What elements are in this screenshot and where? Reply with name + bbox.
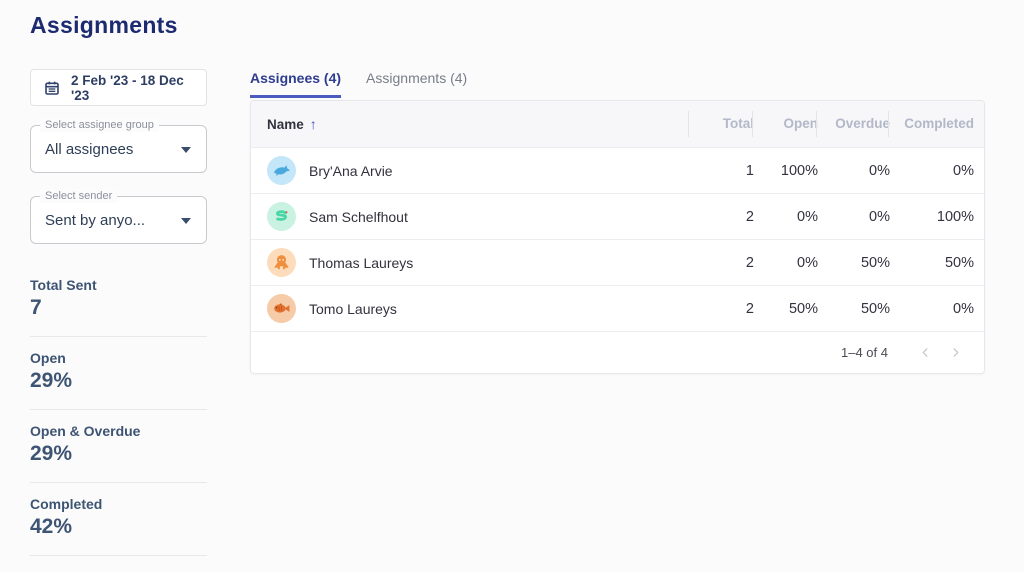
sender-value: Sent by anyo... [45,212,145,229]
assignee-group-select[interactable]: Select assignee group All assignees [30,125,207,173]
avatar [267,294,296,323]
completed-value: 0% [890,163,974,179]
overdue-value: 0% [818,209,890,225]
assignee-cell: Thomas Laureys [267,248,690,277]
table-row[interactable]: Sam Schelfhout 2 0% 0% 100% [251,193,984,239]
stat-value: 42% [30,515,207,539]
stat-value: 7 [30,296,207,320]
date-range-picker[interactable]: 2 Feb '23 - 18 Dec '23 [30,69,207,106]
page-title: Assignments [30,12,178,39]
table-header: Name ↑ Total Open Overdue Completed [251,101,984,147]
column-header-completed[interactable]: Completed [890,101,974,147]
sender-select[interactable]: Select sender Sent by anyo... [30,196,207,244]
main-tabs: Assignees (4) Assignments (4) [250,70,467,98]
avatar [267,202,296,231]
assignee-name: Thomas Laureys [309,255,413,271]
assignee-name: Tomo Laureys [309,301,397,317]
sort-ascending-icon: ↑ [310,116,317,132]
avatar [267,156,296,185]
table-pagination: 1–4 of 4 [251,331,984,373]
sender-label: Select sender [40,189,117,203]
snake-icon [272,207,291,226]
total-value: 2 [690,301,754,317]
open-value: 100% [754,163,818,179]
completed-value: 0% [890,301,974,317]
assignee-name: Bry'Ana Arvie [309,163,393,179]
assignee-cell: Tomo Laureys [267,294,690,323]
table-row[interactable]: Tomo Laureys 2 50% 50% 0% [251,285,984,331]
assignee-group-value: All assignees [45,141,133,158]
pagination-range-label: 1–4 of 4 [841,345,888,360]
octopus-icon [272,253,291,272]
date-range-value: 2 Feb '23 - 18 Dec '23 [71,73,193,103]
chevron-down-icon [181,218,191,224]
tab-assignees[interactable]: Assignees (4) [250,70,341,98]
total-value: 2 [690,209,754,225]
assignees-table: Name ↑ Total Open Overdue Completed Bry'… [250,100,985,374]
table-body: Bry'Ana Arvie 1 100% 0% 0% Sam Schelfhou… [251,147,984,331]
stat-open-overdue: Open & Overdue 29% [30,410,207,483]
calendar-icon [44,80,60,96]
avatar [267,248,296,277]
summary-stats: Total Sent 7 Open 29% Open & Overdue 29%… [30,264,207,556]
stat-completed: Completed 42% [30,483,207,556]
assignee-group-label: Select assignee group [40,118,159,132]
open-value: 0% [754,209,818,225]
stat-label: Open & Overdue [30,423,207,439]
total-value: 2 [690,255,754,271]
column-header-overdue[interactable]: Overdue [818,101,890,147]
assignee-cell: Bry'Ana Arvie [267,156,690,185]
column-header-name[interactable]: Name ↑ [267,116,690,132]
completed-value: 100% [890,209,974,225]
overdue-value: 0% [818,163,890,179]
stat-label: Total Sent [30,277,207,293]
overdue-value: 50% [818,255,890,271]
column-header-label: Name [267,117,304,132]
assignee-cell: Sam Schelfhout [267,202,690,231]
column-header-total[interactable]: Total [690,101,754,147]
stat-total-sent: Total Sent 7 [30,264,207,337]
stat-label: Open [30,350,207,366]
filters-sidebar: 2 Feb '23 - 18 Dec '23 Select assignee g… [30,69,207,556]
total-value: 1 [690,163,754,179]
stat-open: Open 29% [30,337,207,410]
stat-value: 29% [30,369,207,393]
tab-assignments[interactable]: Assignments (4) [366,70,467,98]
column-header-open[interactable]: Open [754,101,818,147]
table-row[interactable]: Thomas Laureys 2 0% 50% 50% [251,239,984,285]
open-value: 0% [754,255,818,271]
stat-value: 29% [30,442,207,466]
table-row[interactable]: Bry'Ana Arvie 1 100% 0% 0% [251,147,984,193]
assignee-name: Sam Schelfhout [309,209,408,225]
chevron-left-icon[interactable] [910,338,940,368]
completed-value: 50% [890,255,974,271]
chevron-down-icon [181,147,191,153]
overdue-value: 50% [818,301,890,317]
open-value: 50% [754,301,818,317]
fish-icon [272,299,291,318]
stat-label: Completed [30,496,207,512]
chevron-right-icon[interactable] [940,338,970,368]
dolphin-icon [272,161,291,180]
